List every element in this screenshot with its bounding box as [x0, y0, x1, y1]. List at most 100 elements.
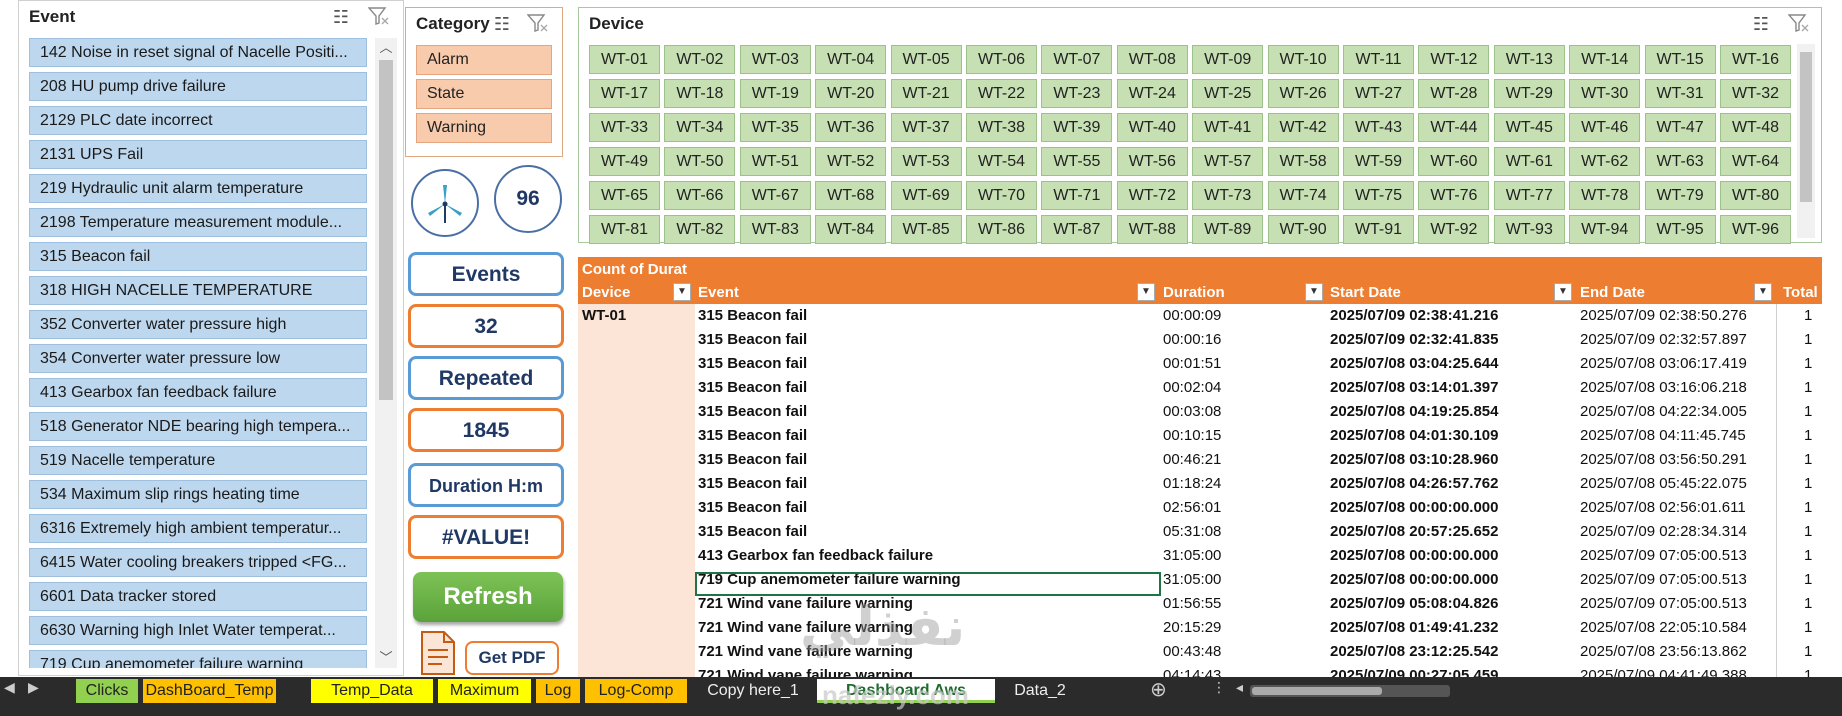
end-date-cell[interactable]: 2025/07/08 05:45:22.075: [1580, 475, 1747, 492]
end-date-filter-dropdown[interactable]: ▼: [1754, 283, 1772, 301]
event-item[interactable]: 2198 Temperature measurement module...: [29, 208, 367, 237]
device-button[interactable]: WT-92: [1418, 215, 1490, 244]
event-item[interactable]: 208 HU pump drive failure: [29, 72, 367, 101]
total-cell[interactable]: 1: [1804, 331, 1812, 348]
event-item[interactable]: 518 Generator NDE bearing high tempera..…: [29, 412, 367, 441]
device-button[interactable]: WT-46: [1569, 113, 1641, 142]
scroll-up-icon[interactable]: ︿: [375, 38, 397, 58]
sheet-tab[interactable]: Clicks: [76, 679, 138, 703]
event-item[interactable]: 219 Hydraulic unit alarm temperature: [29, 174, 367, 203]
device-button[interactable]: WT-66: [664, 181, 736, 210]
event-item[interactable]: 318 HIGH NACELLE TEMPERATURE: [29, 276, 367, 305]
device-button[interactable]: WT-47: [1644, 113, 1716, 142]
device-button[interactable]: WT-36: [815, 113, 887, 142]
total-cell[interactable]: 1: [1804, 571, 1812, 588]
total-cell[interactable]: 1: [1804, 619, 1812, 636]
end-date-cell[interactable]: 2025/07/08 23:56:13.862: [1580, 643, 1747, 660]
event-item[interactable]: 354 Converter water pressure low: [29, 344, 367, 373]
total-cell[interactable]: 1: [1804, 355, 1812, 372]
pdf-file-icon[interactable]: [420, 630, 456, 676]
start-date-cell[interactable]: 2025/07/08 04:01:30.109: [1330, 427, 1498, 444]
duration-cell[interactable]: 01:56:55: [1163, 595, 1221, 612]
device-button[interactable]: WT-48: [1720, 113, 1791, 142]
device-button[interactable]: WT-69: [890, 181, 962, 210]
device-button[interactable]: WT-82: [664, 215, 736, 244]
device-button[interactable]: WT-37: [890, 113, 962, 142]
scroll-down-icon[interactable]: ﹀: [375, 648, 397, 668]
device-button[interactable]: WT-08: [1116, 45, 1188, 74]
total-cell[interactable]: 1: [1804, 499, 1812, 516]
category-item-alarm[interactable]: Alarm: [416, 45, 552, 75]
sheet-tab[interactable]: DashBoard_Temp: [143, 679, 276, 703]
end-date-cell[interactable]: 2025/07/08 03:16:06.218: [1580, 379, 1747, 396]
device-button[interactable]: WT-72: [1116, 181, 1188, 210]
sheet-tab[interactable]: Maximum: [438, 679, 531, 703]
duration-cell[interactable]: 00:03:08: [1163, 403, 1221, 420]
device-button[interactable]: WT-04: [815, 45, 887, 74]
duration-cell[interactable]: 00:43:48: [1163, 643, 1221, 660]
device-button[interactable]: WT-40: [1116, 113, 1188, 142]
device-button[interactable]: WT-45: [1493, 113, 1565, 142]
duration-cell[interactable]: 00:01:51: [1163, 355, 1221, 372]
start-date-cell[interactable]: 2025/07/08 03:04:25.644: [1330, 355, 1498, 372]
device-button[interactable]: WT-07: [1041, 45, 1113, 74]
hscroll-left-icon[interactable]: ◂: [1236, 679, 1243, 696]
device-button[interactable]: WT-43: [1343, 113, 1414, 142]
sheet-tab[interactable]: Log: [536, 679, 580, 703]
device-button[interactable]: WT-21: [890, 79, 962, 108]
end-date-cell[interactable]: 2025/07/08 04:11:45.745: [1580, 427, 1746, 444]
device-button[interactable]: WT-26: [1267, 79, 1339, 108]
device-button[interactable]: WT-51: [739, 147, 811, 176]
device-button[interactable]: WT-49: [589, 147, 660, 176]
tab-scroll-right-icon[interactable]: ▶: [28, 679, 39, 696]
device-button[interactable]: WT-74: [1267, 181, 1339, 210]
event-cell[interactable]: 315 Beacon fail: [698, 499, 807, 516]
get-pdf-button[interactable]: Get PDF: [465, 641, 559, 675]
event-cell[interactable]: 315 Beacon fail: [698, 307, 807, 324]
clear-filter-icon[interactable]: [526, 13, 550, 35]
duration-cell[interactable]: 01:18:24: [1163, 475, 1221, 492]
device-button[interactable]: WT-94: [1569, 215, 1641, 244]
device-button[interactable]: WT-58: [1267, 147, 1339, 176]
event-item[interactable]: 719 Cup anemometer failure warning: [29, 650, 367, 668]
device-button[interactable]: WT-81: [589, 215, 660, 244]
device-button[interactable]: WT-93: [1493, 215, 1565, 244]
event-cell[interactable]: 315 Beacon fail: [698, 523, 807, 540]
event-cell[interactable]: 315 Beacon fail: [698, 355, 807, 372]
device-button[interactable]: WT-95: [1644, 215, 1716, 244]
event-cell[interactable]: 413 Gearbox fan feedback failure: [698, 547, 933, 564]
hscroll-thumb[interactable]: [1252, 687, 1382, 695]
tab-scroll-left-icon[interactable]: ◀: [4, 679, 15, 696]
device-button[interactable]: WT-19: [739, 79, 811, 108]
end-date-cell[interactable]: 2025/07/08 03:56:50.291: [1580, 451, 1747, 468]
device-button[interactable]: WT-25: [1192, 79, 1264, 108]
device-button[interactable]: WT-02: [664, 45, 736, 74]
sheet-tab[interactable]: Copy here_1: [693, 679, 813, 703]
total-cell[interactable]: 1: [1804, 307, 1812, 324]
start-date-cell[interactable]: 2025/07/08 00:00:00.000: [1330, 547, 1498, 564]
device-button[interactable]: WT-84: [815, 215, 887, 244]
multi-select-icon[interactable]: ☷: [490, 13, 514, 35]
device-button[interactable]: WT-91: [1343, 215, 1414, 244]
device-button[interactable]: WT-60: [1418, 147, 1490, 176]
event-item[interactable]: 2131 UPS Fail: [29, 140, 367, 169]
device-button[interactable]: WT-01: [589, 45, 660, 74]
duration-cell[interactable]: 00:10:15: [1163, 427, 1221, 444]
multi-select-icon[interactable]: ☷: [329, 6, 353, 28]
device-button[interactable]: WT-56: [1116, 147, 1188, 176]
end-date-cell[interactable]: 2025/07/08 04:22:34.005: [1580, 403, 1747, 420]
device-button[interactable]: WT-80: [1720, 181, 1791, 210]
device-button[interactable]: WT-73: [1192, 181, 1264, 210]
start-date-cell[interactable]: 2025/07/09 02:32:41.835: [1330, 331, 1498, 348]
total-cell[interactable]: 1: [1804, 427, 1812, 444]
device-button[interactable]: WT-30: [1569, 79, 1641, 108]
event-cell[interactable]: 315 Beacon fail: [698, 331, 807, 348]
total-cell[interactable]: 1: [1804, 643, 1812, 660]
horizontal-scrollbar[interactable]: [1250, 685, 1450, 697]
event-item[interactable]: 352 Converter water pressure high: [29, 310, 367, 339]
duration-cell[interactable]: 00:02:04: [1163, 379, 1221, 396]
total-cell[interactable]: 1: [1804, 523, 1812, 540]
event-item[interactable]: 534 Maximum slip rings heating time: [29, 480, 367, 509]
start-date-cell[interactable]: 2025/07/08 03:10:28.960: [1330, 451, 1498, 468]
device-button[interactable]: WT-57: [1192, 147, 1264, 176]
